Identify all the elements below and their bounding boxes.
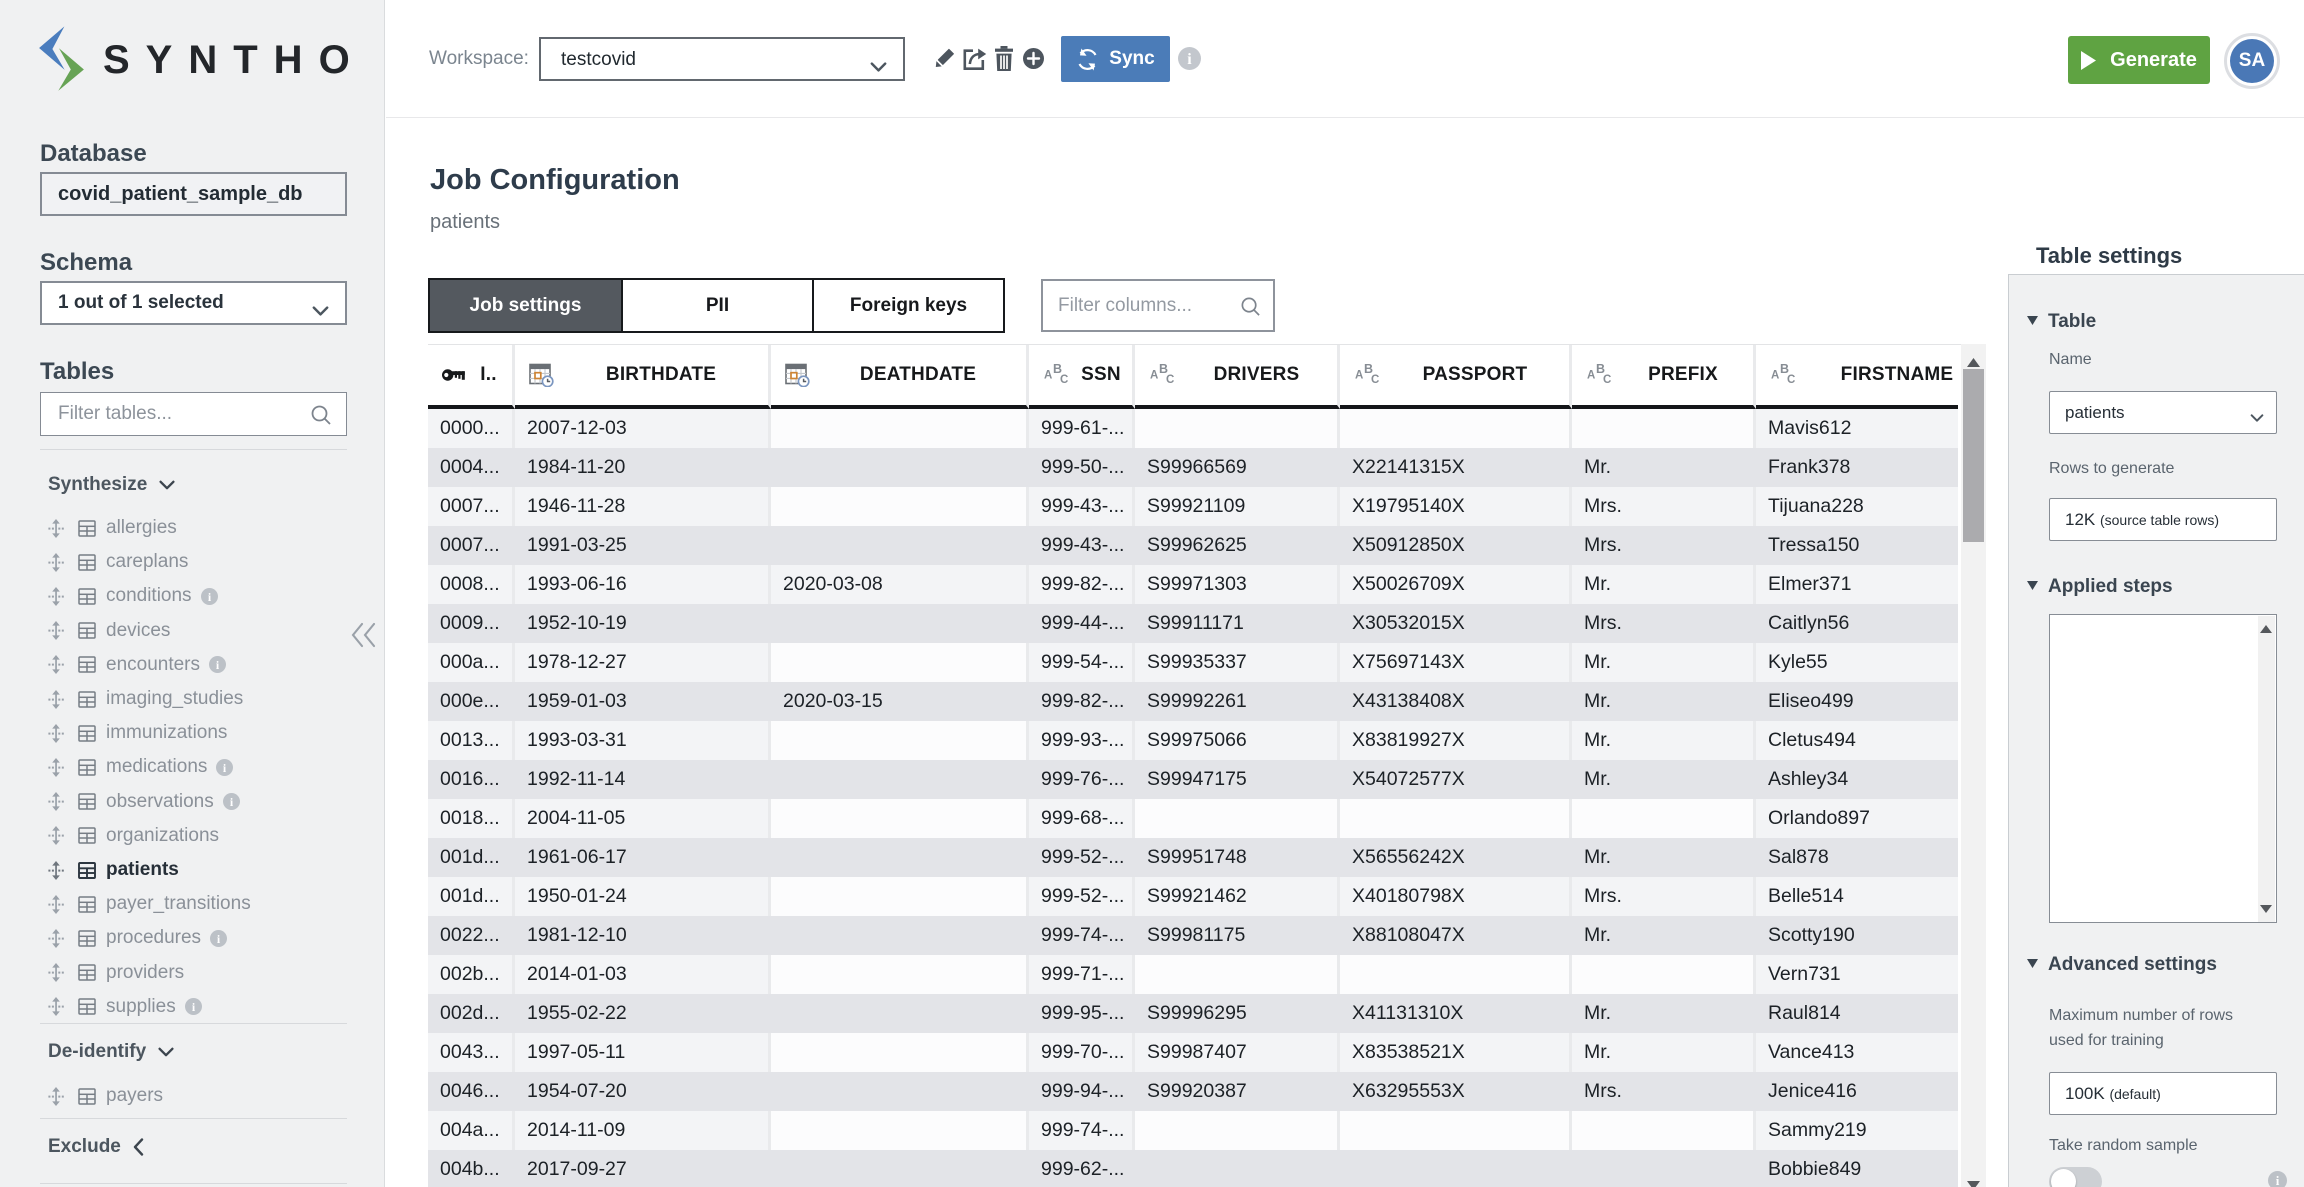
svg-text:A: A [1150, 370, 1158, 382]
svg-text:C: C [1371, 374, 1379, 386]
svg-text:A: A [1771, 370, 1779, 382]
svg-text:i: i [1187, 51, 1192, 68]
svg-text:i: i [2276, 1173, 2280, 1187]
svg-text:A: A [1355, 370, 1363, 382]
svg-text:A: A [1587, 370, 1595, 382]
svg-text:C: C [1787, 374, 1795, 386]
svg-text:A: A [1044, 370, 1052, 382]
svg-text:C: C [1603, 374, 1611, 386]
svg-text:C: C [1060, 374, 1068, 386]
svg-text:C: C [1166, 374, 1174, 386]
